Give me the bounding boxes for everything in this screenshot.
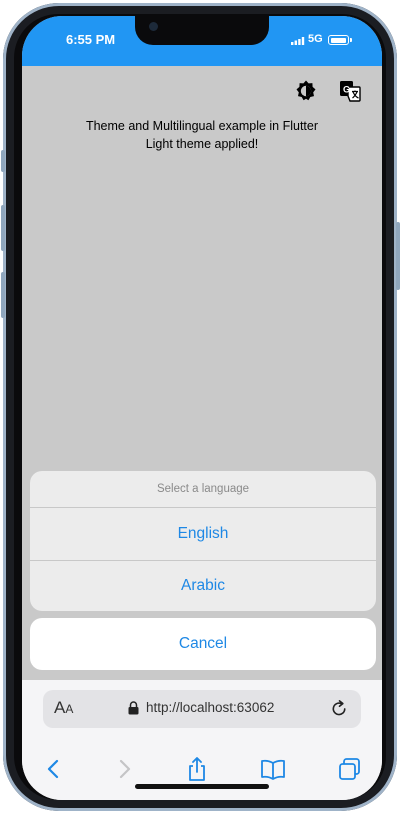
browser-bottom-bar: AA http://localhost:63062 <box>22 680 382 800</box>
volume-down-button <box>1 272 5 318</box>
svg-text:G: G <box>343 85 350 95</box>
theme-status-text: Light theme applied! <box>145 137 259 151</box>
volume-up-button <box>1 205 5 251</box>
action-sheet-title: Select a language <box>30 471 376 508</box>
brightness-icon[interactable] <box>294 79 318 103</box>
share-icon[interactable] <box>184 756 210 782</box>
back-icon[interactable] <box>40 756 66 782</box>
network-type: 5G <box>308 33 323 45</box>
language-option-english[interactable]: English <box>30 508 376 561</box>
cancel-button[interactable]: Cancel <box>30 618 376 670</box>
lock-icon <box>128 701 139 715</box>
battery-tip <box>350 38 352 42</box>
translate-icon[interactable]: G <box>338 79 362 103</box>
power-button <box>396 222 400 290</box>
home-indicator <box>135 784 269 789</box>
signal-icon <box>291 37 305 45</box>
forward-icon[interactable] <box>112 756 138 782</box>
address-bar[interactable]: AA http://localhost:63062 <box>43 690 361 728</box>
reload-icon[interactable] <box>330 699 349 718</box>
battery-level <box>330 37 346 43</box>
front-camera <box>149 22 158 31</box>
mute-switch <box>1 150 5 172</box>
phone-screen: 6:55 PM 5G G Theme and Multilingual exam… <box>22 16 382 800</box>
status-time: 6:55 PM <box>66 32 116 47</box>
url-text: http://localhost:63062 <box>146 700 275 715</box>
language-option-arabic[interactable]: Arabic <box>30 560 376 611</box>
page-title: Theme and Multilingual example in Flutte… <box>85 119 319 133</box>
text-size-button[interactable]: AA <box>54 698 73 718</box>
tabs-icon[interactable] <box>337 756 363 782</box>
text-size-large-a: A <box>54 698 66 717</box>
bookmarks-icon[interactable] <box>260 756 286 782</box>
battery-icon <box>328 35 349 45</box>
language-action-sheet: Select a language English Arabic <box>30 471 376 611</box>
text-size-small-a: A <box>65 702 74 716</box>
